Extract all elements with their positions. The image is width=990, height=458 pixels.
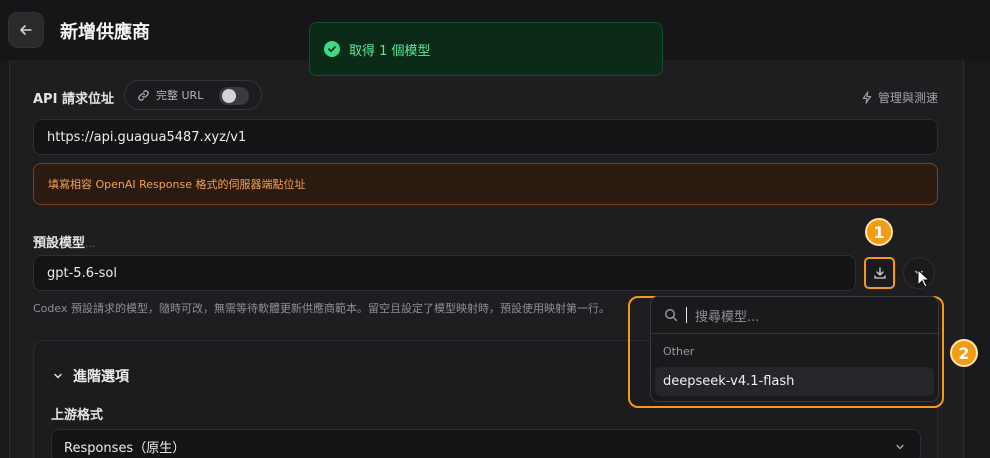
upstream-format-select[interactable]: Responses（原生） [51, 429, 921, 458]
model-search[interactable]: 搜尋模型... [651, 297, 938, 334]
default-model-value: gpt-5.6-sol [47, 265, 117, 281]
advanced-options-title: 進階選項 [73, 369, 129, 385]
text-caret [686, 307, 687, 323]
default-model-input[interactable]: gpt-5.6-sol [33, 255, 856, 291]
lightning-icon [862, 91, 872, 104]
full-url-toggle[interactable]: 完整 URL [124, 80, 262, 110]
upstream-format-value: Responses（原生） [64, 440, 186, 456]
switch-knob [222, 89, 236, 103]
endpoint-warning: 填寫相容 OpenAI Response 格式的伺服器端點位址 [33, 163, 938, 205]
back-button[interactable] [8, 12, 44, 48]
check-circle-icon [324, 41, 340, 57]
upstream-format-label: 上游格式 [51, 408, 104, 423]
api-url-input[interactable]: https://api.guagua5487.xyz/v1 [33, 119, 938, 155]
link-icon [138, 89, 149, 101]
full-url-label: 完整 URL [156, 89, 204, 102]
chevron-down-icon [896, 444, 904, 450]
full-url-switch[interactable] [219, 87, 249, 105]
toast-notification: 取得 1 個模型 [309, 22, 663, 76]
model-search-input[interactable]: 搜尋模型... [695, 306, 759, 325]
mouse-cursor-icon [917, 269, 931, 288]
annotation-badge-1: 1 [865, 218, 893, 246]
advanced-options-toggle[interactable]: 進階選項 [52, 366, 129, 386]
toast-message: 取得 1 個模型 [349, 43, 431, 59]
fetch-button-highlight [864, 257, 895, 289]
api-url-value: https://api.guagua5487.xyz/v1 [47, 129, 247, 145]
search-icon [665, 309, 678, 322]
dropdown-item[interactable]: deepseek-v4.1-flash [655, 367, 934, 396]
chevron-down-icon [54, 373, 62, 379]
endpoint-warning-text: 填寫相容 OpenAI Response 格式的伺服器端點位址 [48, 178, 306, 191]
manage-test-label: 管理與測速 [877, 91, 938, 105]
model-dropdown: 搜尋模型... Other deepseek-v4.1-flash [650, 296, 939, 402]
arrow-left-icon [20, 25, 32, 35]
default-model-label: 預設模型... [33, 236, 96, 251]
api-endpoint-label: API 請求位址 [33, 92, 114, 107]
page-title: 新增供應商 [60, 22, 150, 43]
manage-test-link[interactable]: 管理與測速 [861, 89, 938, 106]
annotation-badge-2: 2 [950, 339, 978, 367]
dropdown-group-label: Other [663, 345, 695, 358]
default-model-help: Codex 預設請求的模型，隨時可改，無需等待軟體更新供應商範本。留空且設定了模… [33, 302, 610, 315]
